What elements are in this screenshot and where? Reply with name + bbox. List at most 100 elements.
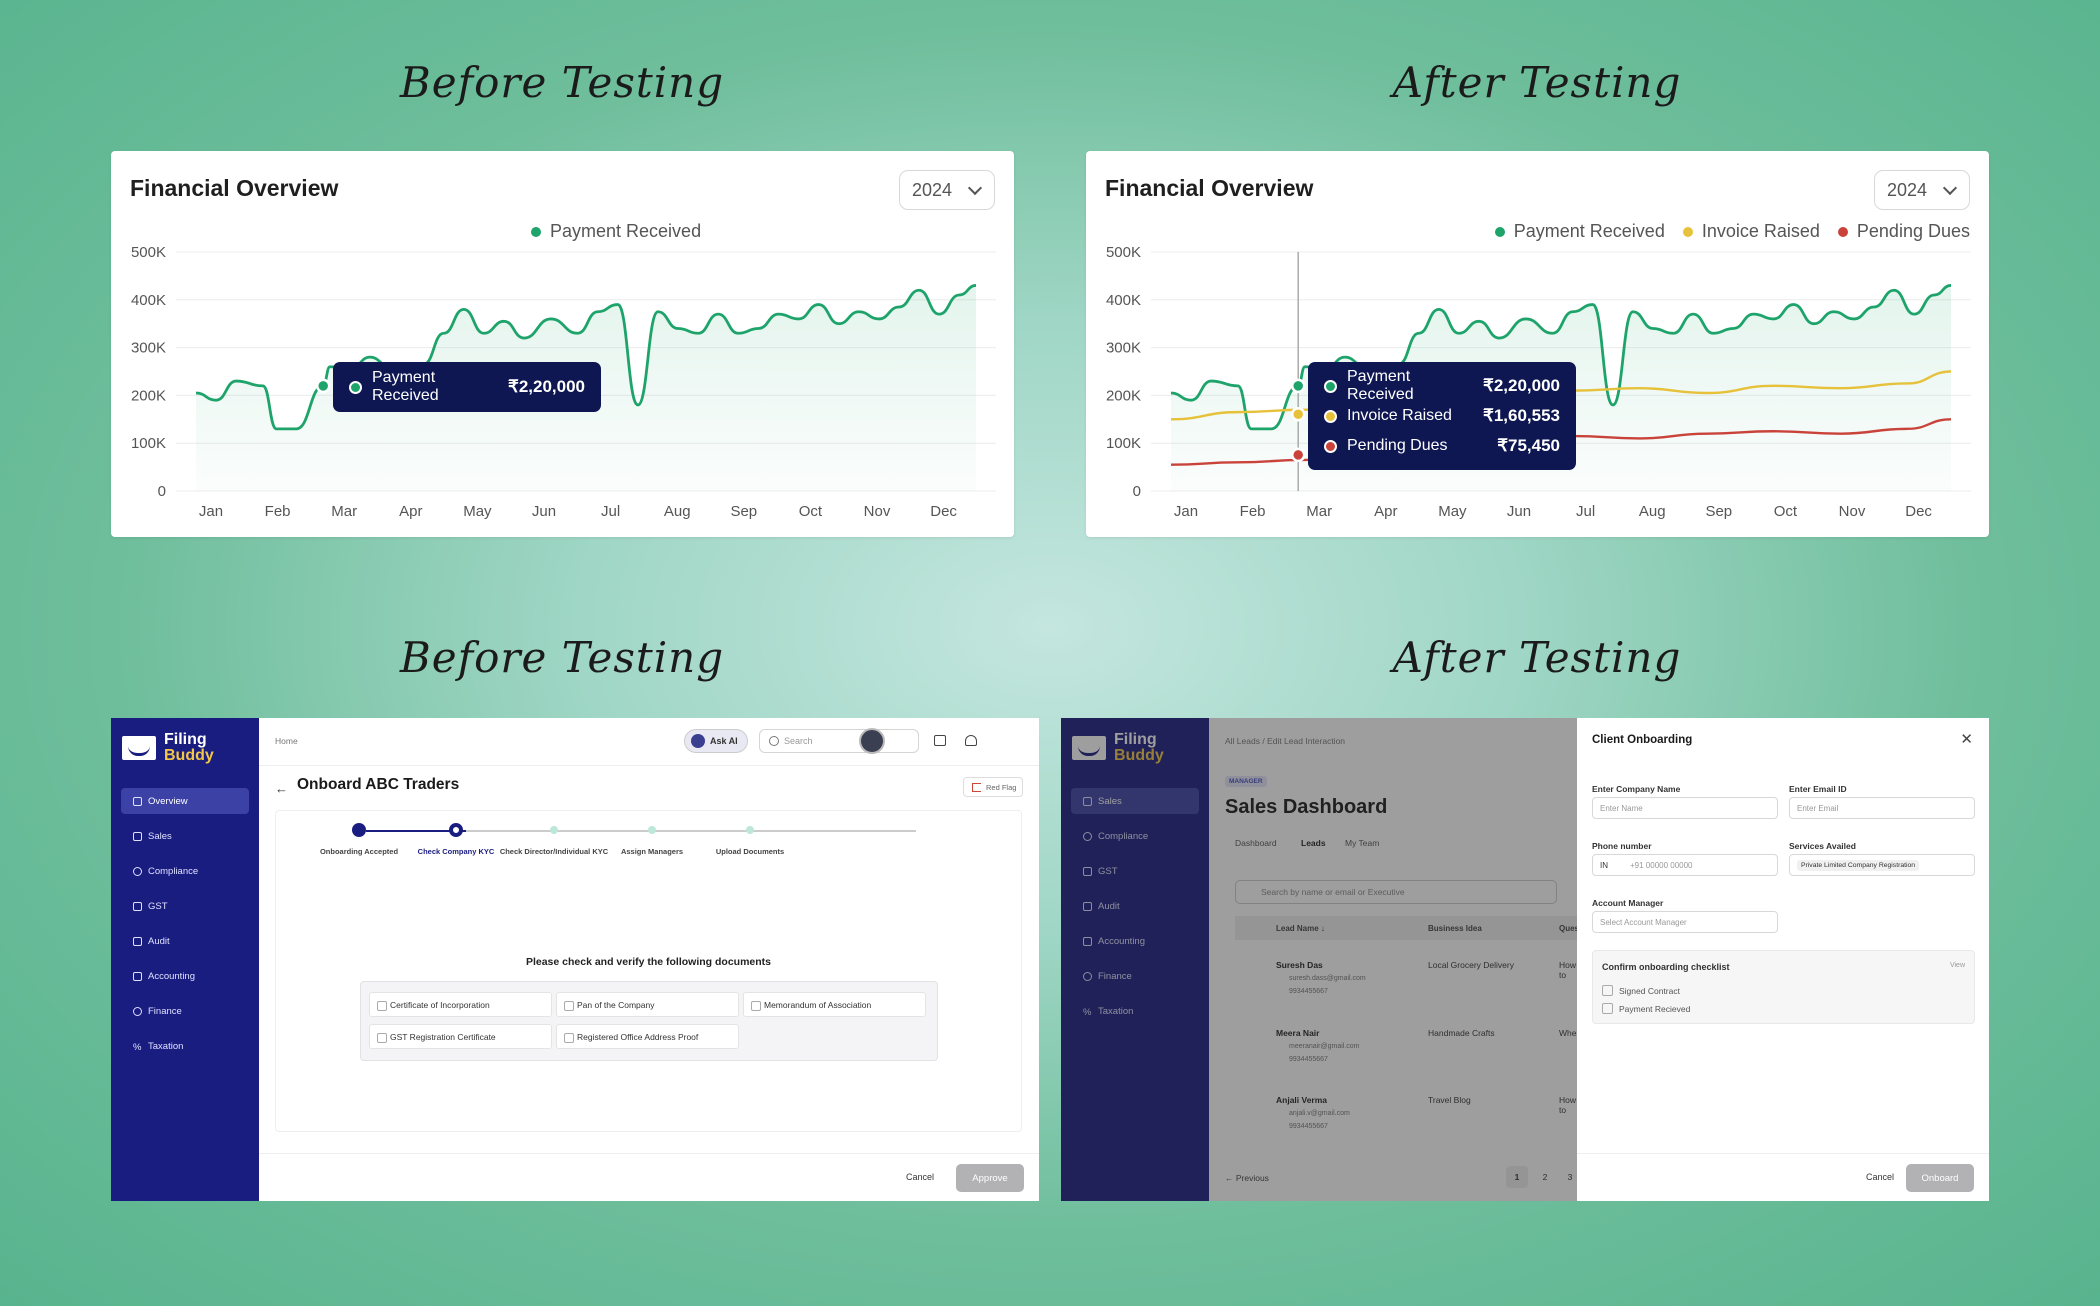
- y-tick-label: 200K: [1106, 387, 1141, 404]
- ask-ai-button[interactable]: Ask AI: [684, 729, 748, 753]
- chart-tooltip: Payment Received ₹2,20,000: [333, 362, 601, 412]
- tooltip-dot: [1324, 439, 1337, 453]
- hover-point: [1290, 407, 1306, 422]
- avatar[interactable]: [859, 728, 885, 754]
- sidebar-item-finance[interactable]: Finance: [121, 998, 249, 1024]
- line-chart: 0 100K 200K 300K 400K 500K Jan Feb Mar Apr May Jun J…: [1106, 244, 1971, 520]
- x-tick-label: Apr: [399, 503, 422, 520]
- client-onboarding-app: Filing Buddy Sales Compliance GST Audit A…: [1061, 718, 1989, 1201]
- sidebar-item-label: Accounting: [148, 970, 196, 982]
- logo-icon: [122, 736, 156, 760]
- close-icon[interactable]: ✕: [1960, 730, 1973, 748]
- service-chip[interactable]: Private Limited Company Registration: [1797, 859, 1920, 871]
- x-tick-label: Jul: [1576, 503, 1595, 520]
- sidebar-item-gst[interactable]: GST: [121, 893, 249, 919]
- sidebar-item-sales[interactable]: Sales: [121, 823, 249, 849]
- sidebar-item-label: Taxation: [148, 1040, 184, 1052]
- breadcrumb[interactable]: Home: [275, 736, 298, 746]
- services-label: Services Availed: [1789, 841, 1856, 851]
- grid-icon: [133, 796, 142, 806]
- x-tick-label: Sep: [1705, 503, 1732, 520]
- footer-bar: Cancel Approve: [259, 1153, 1039, 1201]
- doc-checkbox[interactable]: Registered Office Address Proof: [556, 1024, 739, 1049]
- sidebar-item-label: Sales: [148, 830, 172, 842]
- tooltip-dot: [349, 380, 362, 394]
- y-tick-label: 100K: [1106, 435, 1141, 452]
- doc-checkbox[interactable]: Memorandum of Association: [743, 992, 926, 1017]
- percent-icon: %: [133, 1041, 142, 1053]
- x-tick-label: Nov: [1839, 503, 1866, 520]
- view-link[interactable]: View: [1950, 962, 1965, 969]
- x-tick-label: May: [1438, 503, 1467, 520]
- heading-after-app: After Testing: [1392, 633, 1682, 682]
- country-code-select[interactable]: IN: [1600, 861, 1608, 870]
- x-tick-label: Dec: [930, 503, 957, 520]
- step-upload-documents[interactable]: Upload Documents: [690, 823, 810, 856]
- check-circle-icon: [133, 866, 142, 876]
- cancel-button[interactable]: Cancel: [1866, 1172, 1894, 1182]
- step-label: Upload Documents: [715, 847, 785, 856]
- doc-checkbox[interactable]: Pan of the Company: [556, 992, 739, 1017]
- tooltip-row: Payment Received ₹2,20,000: [349, 369, 585, 404]
- modal-overlay[interactable]: [1061, 718, 1577, 1201]
- cancel-button[interactable]: Cancel: [906, 1172, 934, 1182]
- ledger-icon: [133, 971, 142, 981]
- client-onboarding-modal: Client Onboarding ✕ Enter Company Name E…: [1577, 718, 1989, 1201]
- account-manager-label: Account Manager: [1592, 898, 1664, 908]
- heading-before-chart: Before Testing: [399, 58, 725, 107]
- search-input[interactable]: Search: [759, 729, 919, 753]
- tooltip-label: Invoice Raised: [1347, 407, 1452, 424]
- company-name-field[interactable]: Enter Name: [1592, 797, 1778, 819]
- phone-field[interactable]: IN +91 00000 00000: [1592, 854, 1778, 876]
- sidebar-item-overview[interactable]: Overview: [121, 788, 249, 814]
- tooltip-dot: [1324, 379, 1337, 393]
- sidebar-item-compliance[interactable]: Compliance: [121, 858, 249, 884]
- x-tick-label: Dec: [1905, 503, 1932, 520]
- x-tick-label: Feb: [1240, 503, 1266, 520]
- x-tick-label: Mar: [1306, 503, 1332, 520]
- y-tick-label: 400K: [1106, 292, 1141, 309]
- document-checklist: Certificate of Incorporation Pan of the …: [360, 981, 938, 1061]
- sidebar-item-accounting[interactable]: Accounting: [121, 963, 249, 989]
- x-tick-label: May: [463, 503, 492, 520]
- message-icon[interactable]: [934, 735, 946, 746]
- x-tick-label: Sep: [730, 503, 757, 520]
- email-field[interactable]: Enter Email: [1789, 797, 1975, 819]
- chart-card-after: Financial Overview 2024 Payment Received…: [1086, 151, 1989, 537]
- tooltip-row: Invoice Raised ₹1,60,553: [1324, 401, 1560, 431]
- bell-icon[interactable]: [965, 735, 977, 746]
- hover-point: [1290, 378, 1306, 394]
- account-manager-select[interactable]: Select Account Manager: [1592, 911, 1778, 933]
- doc-checkbox[interactable]: Certificate of Incorporation: [369, 992, 552, 1017]
- pending-step-icon: [550, 826, 558, 834]
- payment-received-checkbox[interactable]: Payment Recieved: [1602, 1003, 1690, 1014]
- doc-checkbox[interactable]: GST Registration Certificate: [369, 1024, 552, 1049]
- heading-after-chart: After Testing: [1392, 58, 1682, 107]
- signed-contract-checkbox[interactable]: Signed Contract: [1602, 985, 1680, 996]
- red-flag-button[interactable]: Red Flag: [963, 777, 1023, 797]
- step-label: Onboarding Accepted: [319, 847, 399, 856]
- x-tick-label: Jan: [199, 503, 223, 520]
- x-tick-label: Nov: [864, 503, 891, 520]
- heading-before-app: Before Testing: [399, 633, 725, 682]
- y-tick-label: 300K: [131, 340, 166, 357]
- sidebar-item-label: Overview: [148, 795, 188, 807]
- current-step-icon: [449, 823, 463, 837]
- sidebar-item-taxation[interactable]: % Taxation: [121, 1033, 249, 1059]
- onboard-button[interactable]: Onboard: [1906, 1164, 1974, 1192]
- tooltip-value: ₹2,20,000: [508, 377, 585, 396]
- back-arrow-icon[interactable]: ←: [275, 781, 288, 796]
- sidebar-item-label: Audit: [148, 935, 170, 947]
- checklist-title: Confirm onboarding checklist: [1602, 962, 1730, 972]
- tooltip-dot: [1324, 409, 1337, 423]
- x-tick-label: Aug: [1639, 503, 1666, 520]
- line-chart: 0 100K 200K 300K 400K 500K Jan Feb Mar Apr May Jun J…: [131, 244, 996, 520]
- approve-button[interactable]: Approve: [956, 1164, 1024, 1192]
- services-select[interactable]: Private Limited Company Registration: [1789, 854, 1975, 876]
- company-name-label: Enter Company Name: [1592, 784, 1681, 794]
- users-icon: [133, 831, 142, 841]
- tooltip-value: ₹75,450: [1497, 436, 1560, 455]
- sidebar-item-audit[interactable]: Audit: [121, 928, 249, 954]
- phone-placeholder: +91 00000 00000: [1630, 860, 1693, 870]
- sidebar-item-label: GST: [148, 900, 168, 912]
